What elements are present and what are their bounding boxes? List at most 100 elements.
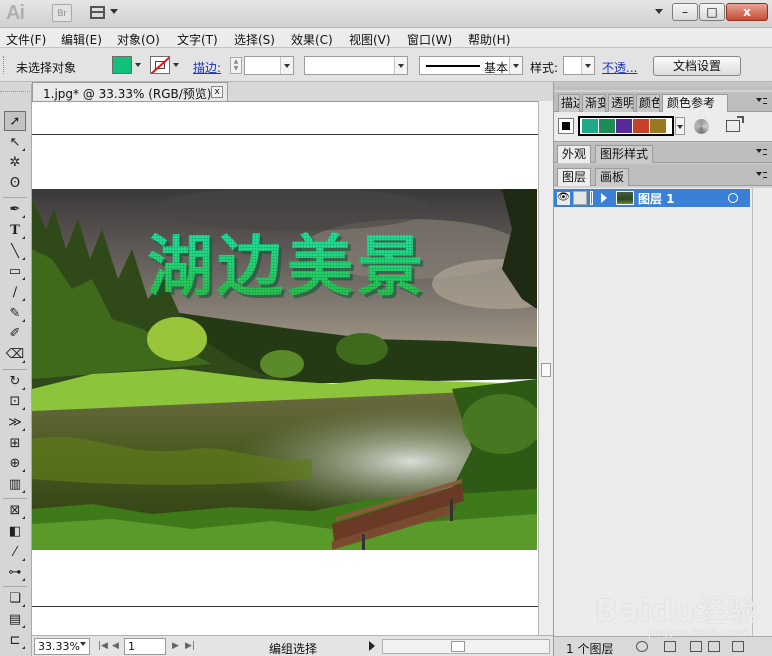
free-transform-tool-icon[interactable]: ⊞	[4, 434, 26, 454]
menu-type[interactable]: 文字(T)	[177, 31, 218, 48]
type-tool-icon[interactable]: T	[4, 221, 26, 241]
layer-row[interactable]: 👁 图层 1	[554, 189, 750, 207]
mesh-tool-icon[interactable]: ⊠	[4, 501, 26, 521]
harmony-rules-dropdown-icon[interactable]	[675, 117, 685, 135]
stroke-dropdown-icon[interactable]	[173, 63, 179, 67]
panel-dock-grip[interactable]	[554, 82, 772, 90]
line-tool-icon[interactable]: ╲	[4, 242, 26, 262]
tab-appearance[interactable]: 外观	[557, 145, 592, 163]
lock-toggle[interactable]	[573, 191, 587, 205]
save-color-group-icon[interactable]	[726, 116, 744, 132]
stroke-link[interactable]: 描边:	[193, 59, 221, 76]
layer-name[interactable]: 图层 1	[638, 190, 675, 207]
document-tab[interactable]: 1.jpg* @ 33.33% (RGB/预览) x	[32, 82, 228, 101]
pen-tool-icon[interactable]: ✒	[4, 200, 26, 220]
artboard-number-field[interactable]: 1	[124, 638, 166, 655]
vertical-scroll-thumb[interactable]	[541, 363, 551, 377]
canvas-vertical-scrollbar[interactable]	[538, 101, 553, 635]
layer-selection-indicator[interactable]	[742, 190, 750, 206]
maximize-button[interactable]: □	[699, 3, 725, 21]
rotate-tool-icon[interactable]: ↻	[4, 372, 26, 392]
tab-graphic-styles[interactable]: 图形样式	[595, 145, 654, 163]
expand-triangle-icon[interactable]	[601, 193, 607, 203]
rectangle-tool-icon[interactable]: ▭	[4, 262, 26, 282]
title-art-text[interactable]: 湖边美景 湖边美景 湖边美景	[147, 228, 430, 308]
tab-stroke[interactable]: 描边	[558, 94, 580, 112]
stroke-weight-field[interactable]	[244, 56, 294, 75]
blob-brush-tool-icon[interactable]: ✐	[4, 324, 26, 344]
variable-width-select[interactable]	[304, 56, 408, 75]
menu-edit[interactable]: 编辑(E)	[61, 31, 102, 48]
shape-builder-tool-icon[interactable]: ⊕	[4, 454, 26, 474]
fill-swatch[interactable]	[112, 56, 132, 74]
harmony-swatch-1[interactable]	[582, 119, 598, 133]
harmony-colors-bar[interactable]	[578, 116, 674, 136]
stroke-swatch[interactable]	[150, 56, 170, 74]
symbol-sprayer-tool-icon[interactable]: ❏	[4, 589, 26, 609]
next-artboard-icon[interactable]: ▶	[172, 641, 179, 651]
harmony-swatch-5[interactable]	[650, 119, 666, 133]
zoom-dropdown-icon[interactable]	[80, 642, 86, 646]
horizontal-scroll-thumb[interactable]	[451, 641, 465, 652]
menu-window[interactable]: 窗口(W)	[407, 31, 452, 48]
arrange-documents-button[interactable]	[90, 5, 120, 21]
layer-target-icon[interactable]	[728, 193, 738, 203]
edit-colors-wheel-icon[interactable]	[694, 119, 709, 134]
graphic-style-select[interactable]	[563, 56, 595, 75]
tools-grip[interactable]	[0, 84, 32, 92]
tab-gradient[interactable]: 渐变	[582, 94, 606, 112]
document-close-icon[interactable]: x	[211, 86, 223, 98]
tab-artboards[interactable]: 画板	[595, 168, 630, 186]
close-button[interactable]: x	[726, 3, 768, 21]
selection-tool-icon[interactable]: ➚	[4, 111, 26, 131]
paintbrush-tool-icon[interactable]: ∕	[4, 283, 26, 303]
fill-dropdown-icon[interactable]	[135, 63, 141, 67]
base-color-swatch[interactable]	[558, 118, 574, 134]
tab-color[interactable]: 颜色	[636, 94, 660, 112]
harmony-swatch-2[interactable]	[599, 119, 615, 133]
magic-wand-tool-icon[interactable]: ✲	[4, 153, 26, 173]
blend-tool-icon[interactable]: ⊶	[4, 563, 26, 583]
width-tool-icon[interactable]: ≫	[4, 413, 26, 433]
lake-photo[interactable]: 湖边美景 湖边美景 湖边美景	[32, 189, 537, 550]
document-setup-button[interactable]: 文档设置	[653, 56, 741, 76]
control-bar-grip[interactable]	[3, 56, 6, 74]
scale-tool-icon[interactable]: ⊡	[4, 392, 26, 412]
harmony-swatch-4[interactable]	[633, 119, 649, 133]
zoom-level-field[interactable]: 33.33%	[34, 638, 90, 655]
menu-object[interactable]: 对象(O)	[117, 31, 160, 48]
menu-effect[interactable]: 效果(C)	[291, 31, 333, 48]
document-canvas[interactable]: 湖边美景 湖边美景 湖边美景	[32, 101, 538, 635]
column-graph-tool-icon[interactable]: ▤	[4, 610, 26, 630]
artboard-tool-icon[interactable]: ⊏	[4, 631, 26, 651]
appearance-menu-icon[interactable]	[756, 149, 767, 157]
color-guide-menu-icon[interactable]	[756, 98, 767, 106]
menu-help[interactable]: 帮助(H)	[468, 31, 510, 48]
minimize-button[interactable]: –	[672, 3, 698, 21]
graph-tool-icon[interactable]: ▥	[4, 475, 26, 495]
eye-icon[interactable]: 👁	[557, 192, 570, 205]
first-artboard-icon[interactable]: |◀	[98, 641, 108, 651]
tab-layers[interactable]: 图层	[557, 168, 592, 186]
bridge-button[interactable]: Br	[52, 4, 72, 22]
gradient-tool-icon[interactable]: ◧	[4, 522, 26, 542]
brush-definition-select[interactable]: 基本	[419, 56, 523, 75]
opacity-link[interactable]: 不透...	[602, 59, 637, 76]
lasso-tool-icon[interactable]: ʘ	[4, 174, 26, 194]
previous-artboard-icon[interactable]: ◀	[112, 641, 119, 651]
status-menu-icon[interactable]	[369, 641, 375, 651]
tab-color-guide[interactable]: 颜色参考	[662, 94, 728, 112]
canvas-horizontal-scrollbar[interactable]	[382, 639, 550, 654]
stroke-weight-spinner[interactable]: ▲ ▼	[230, 57, 242, 74]
pencil-tool-icon[interactable]: ✎	[4, 304, 26, 324]
eyedropper-tool-icon[interactable]: ⁄	[4, 543, 26, 563]
harmony-swatch-3[interactable]	[616, 119, 632, 133]
menu-file[interactable]: 文件(F)	[6, 31, 46, 48]
eraser-tool-icon[interactable]: ⌫	[4, 345, 26, 365]
menu-view[interactable]: 视图(V)	[349, 31, 391, 48]
menu-select[interactable]: 选择(S)	[234, 31, 275, 48]
direct-selection-tool-icon[interactable]: ↖	[4, 133, 26, 153]
workspace-dropdown-icon[interactable]	[655, 9, 663, 14]
last-artboard-icon[interactable]: ▶|	[185, 641, 195, 651]
tab-transparency[interactable]: 透明	[608, 94, 634, 112]
